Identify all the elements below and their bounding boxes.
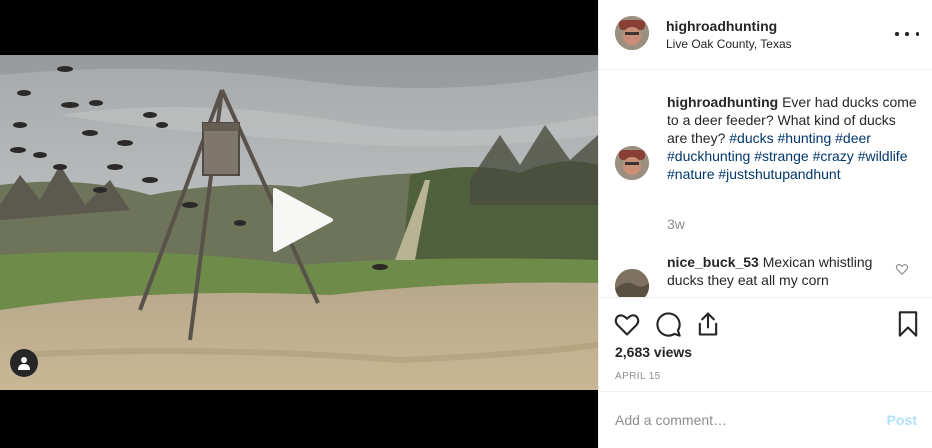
play-icon[interactable] — [271, 188, 333, 252]
hashtag[interactable]: #strange — [754, 148, 808, 164]
hashtag[interactable]: #deer — [835, 130, 871, 146]
post-date[interactable]: APRIL 15 — [615, 371, 661, 382]
comments-list[interactable]: highroadhunting Ever had ducks come to a… — [599, 71, 932, 297]
view-count[interactable]: 2,683 views — [615, 344, 692, 360]
dot — [895, 32, 899, 36]
comment: nice_buck_53 Mexican whistling ducks the… — [667, 253, 892, 289]
person-glyph — [18, 357, 30, 370]
caption-timestamp[interactable]: 3w — [667, 216, 685, 232]
post-location[interactable]: Live Oak County, Texas — [666, 37, 792, 51]
post-username[interactable]: highroadhunting — [666, 18, 777, 34]
caption: highroadhunting Ever had ducks come to a… — [667, 93, 917, 183]
post-header: highroadhunting Live Oak County, Texas — [599, 0, 932, 70]
more-options-icon[interactable] — [895, 24, 919, 44]
hashtag[interactable]: #nature — [667, 166, 714, 182]
avatar[interactable] — [615, 16, 649, 50]
hashtag[interactable]: #ducks — [729, 130, 773, 146]
avatar-image — [615, 16, 649, 50]
avatar-image — [615, 146, 649, 180]
comment-like-icon[interactable] — [895, 262, 909, 276]
hashtag[interactable]: #duckhunting — [667, 148, 750, 164]
bookmark-icon[interactable] — [894, 310, 922, 338]
add-comment-bar: Post — [599, 391, 932, 448]
video-player[interactable] — [0, 0, 598, 448]
heart-icon[interactable] — [613, 310, 641, 338]
dot — [905, 32, 909, 36]
comment-input[interactable] — [615, 409, 865, 431]
post-comment-button[interactable]: Post — [887, 412, 917, 428]
user-tag-icon[interactable] — [10, 349, 38, 377]
post-side-panel: highroadhunting Live Oak County, Texas h… — [598, 0, 932, 448]
hashtag[interactable]: #crazy — [813, 148, 854, 164]
dot — [915, 32, 919, 36]
hashtag[interactable]: #wildlife — [858, 148, 908, 164]
avatar[interactable] — [615, 146, 649, 180]
caption-username[interactable]: highroadhunting — [667, 94, 778, 110]
comment-username[interactable]: nice_buck_53 — [667, 254, 759, 270]
hashtag[interactable]: #justshutupandhunt — [718, 166, 840, 182]
comment-bubble-icon[interactable] — [654, 310, 682, 338]
hashtag[interactable]: #hunting — [778, 130, 832, 146]
share-icon[interactable] — [694, 310, 722, 338]
avatar-image — [615, 269, 649, 297]
avatar[interactable] — [615, 269, 649, 297]
